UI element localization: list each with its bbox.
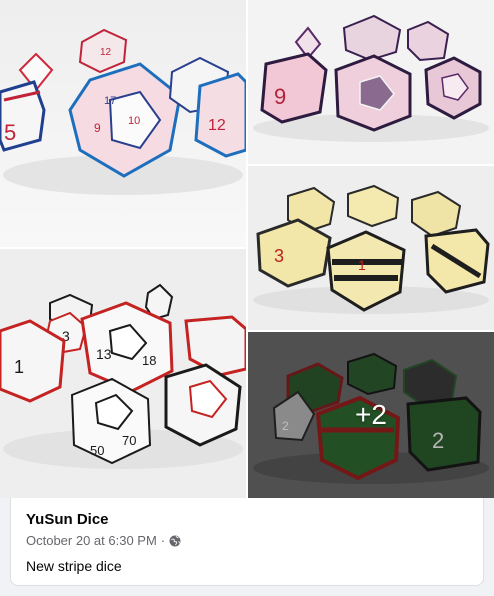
svg-text:10: 10	[128, 115, 140, 127]
photo-5[interactable]: 2 2 +2	[248, 332, 494, 498]
svg-text:13: 13	[96, 346, 112, 362]
dice-image: 12 5 9 10 17 12	[0, 0, 246, 247]
svg-text:5: 5	[4, 120, 16, 145]
svg-text:50: 50	[90, 443, 104, 458]
post-author[interactable]: YuSun Dice	[26, 511, 109, 528]
svg-text:12: 12	[208, 117, 226, 134]
more-photos-count: +2	[355, 399, 387, 430]
globe-icon[interactable]	[169, 535, 181, 547]
svg-text:70: 70	[122, 433, 136, 448]
photo-3[interactable]: 3 1 13 18 50 70	[0, 249, 246, 498]
svg-text:17: 17	[104, 95, 116, 107]
dice-image: 3 1	[248, 166, 494, 330]
photo-2[interactable]: 9	[248, 0, 494, 164]
post-timestamp[interactable]: October 20 at 6:30 PM	[26, 533, 157, 548]
more-photos-overlay[interactable]: +2	[248, 332, 494, 498]
svg-text:1: 1	[14, 357, 24, 377]
dice-image: 3 1 13 18 50 70	[0, 249, 246, 498]
svg-text:9: 9	[94, 121, 101, 135]
post-meta: October 20 at 6:30 PM ·	[26, 533, 181, 548]
svg-text:12: 12	[100, 47, 112, 58]
photo-4[interactable]: 3 1	[248, 166, 494, 330]
post-text: New stripe dice	[26, 558, 122, 574]
svg-text:18: 18	[142, 353, 156, 368]
post-info-card: YuSun Dice October 20 at 6:30 PM · New s…	[10, 498, 484, 586]
photo-grid: 12 5 9 10 17 12 9 3 1 13 18 50 70 3 1 2 …	[0, 0, 494, 498]
svg-text:3: 3	[274, 246, 284, 266]
svg-text:9: 9	[274, 84, 286, 109]
meta-separator: ·	[160, 533, 166, 548]
photo-1[interactable]: 12 5 9 10 17 12	[0, 0, 246, 247]
svg-text:1: 1	[358, 257, 366, 273]
dice-image: 9	[248, 0, 494, 164]
